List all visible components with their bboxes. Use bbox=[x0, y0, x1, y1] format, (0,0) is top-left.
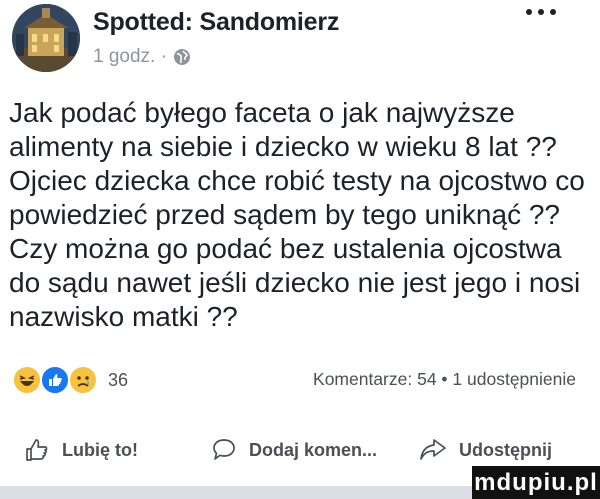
haha-icon bbox=[12, 365, 42, 395]
post-line: nazwisko matki ?? bbox=[9, 301, 238, 332]
action-bar: Lubię to! Dodaj komen... Udostępnij bbox=[0, 430, 600, 470]
page-avatar[interactable] bbox=[12, 4, 80, 72]
comments-shares-stats[interactable]: Komentarze: 54 • 1 udostępnienie bbox=[313, 369, 576, 390]
thumbs-up-icon bbox=[24, 437, 50, 463]
like-icon bbox=[40, 365, 70, 395]
post-line: Czy można go podać bez ustalenia ojcostw… bbox=[9, 233, 562, 264]
reactions-summary[interactable]: 36 bbox=[12, 365, 129, 395]
post-line: do sądu nawet jeśli dziecko nie jest jeg… bbox=[9, 267, 581, 298]
post-line: Ojciec dziecka chce robić testy na ojcos… bbox=[9, 165, 585, 196]
comment-button[interactable]: Dodaj komen... bbox=[211, 430, 377, 470]
site-watermark: mdupiu.pl bbox=[472, 466, 600, 499]
post-line: powiedzieć przed sądem by tego uniknąć ?… bbox=[9, 199, 561, 230]
sad-icon bbox=[68, 365, 98, 395]
speech-bubble-icon bbox=[211, 437, 237, 463]
post-text: Jak podać byłego faceta o jak najwyższe … bbox=[9, 96, 589, 334]
share-arrow-icon bbox=[419, 437, 447, 463]
post-time[interactable]: 1 godz. · bbox=[93, 46, 167, 68]
share-button[interactable]: Udostępnij bbox=[419, 430, 552, 470]
page-name[interactable]: Spotted: Sandomierz bbox=[93, 8, 339, 37]
facebook-post: Spotted: Sandomierz 1 godz. · Jak podać … bbox=[0, 0, 600, 499]
more-dots-icon[interactable] bbox=[526, 2, 556, 22]
post-line: alimenty na siebie i dziecko w wieku 8 l… bbox=[9, 131, 557, 162]
post-line: Jak podać byłego faceta o jak najwyższe bbox=[9, 97, 515, 128]
comment-label: Dodaj komen... bbox=[249, 439, 378, 460]
globe-icon bbox=[173, 48, 191, 66]
like-button[interactable]: Lubię to! bbox=[24, 430, 138, 470]
share-label: Udostępnij bbox=[459, 439, 552, 460]
town-hall-image bbox=[12, 4, 80, 72]
like-label: Lubię to! bbox=[62, 439, 138, 460]
post-meta: 1 godz. · bbox=[93, 45, 191, 69]
reaction-count: 36 bbox=[108, 369, 129, 390]
